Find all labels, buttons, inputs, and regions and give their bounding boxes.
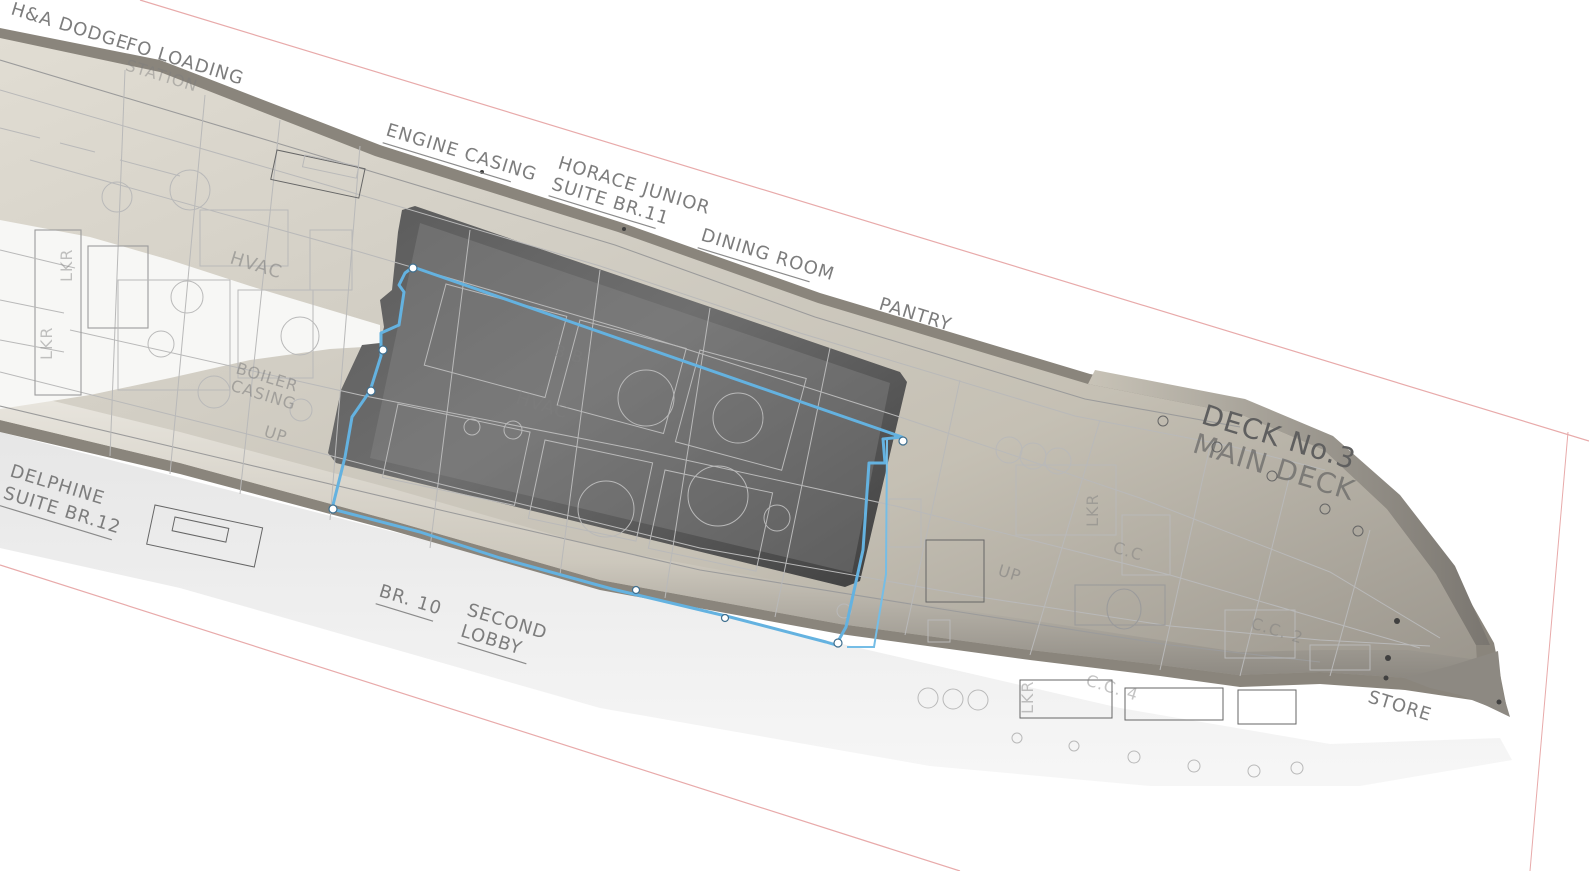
label-lkr-3: LKR xyxy=(1083,493,1102,527)
label-lkr-4: LKR xyxy=(1018,680,1037,714)
label-lkr-2: LKR xyxy=(37,326,56,360)
cad-viewport[interactable]: H&A DODGE FO LOADING STATION ENGINE CASI… xyxy=(0,0,1589,871)
label-lkr-1: LKR xyxy=(57,248,76,282)
ship-deck-drawing[interactable]: H&A DODGE FO LOADING STATION ENGINE CASI… xyxy=(0,0,1589,871)
